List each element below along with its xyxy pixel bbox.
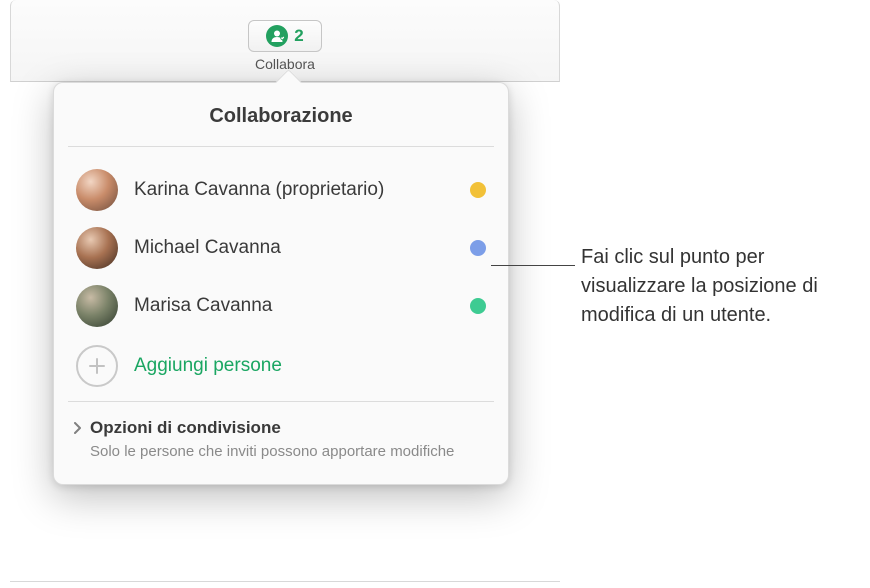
- bottom-border: [10, 581, 560, 582]
- avatar: [76, 285, 118, 327]
- collaborate-button[interactable]: 2: [248, 20, 322, 52]
- collaboration-popover: Collaborazione Karina Cavanna (proprieta…: [53, 82, 509, 485]
- share-options-title: Opzioni di condivisione: [90, 418, 486, 438]
- plus-icon: [76, 345, 118, 387]
- participant-name: Michael Cavanna: [134, 237, 454, 259]
- share-options-row[interactable]: Opzioni di condivisione Solo le persone …: [54, 402, 508, 484]
- add-people-row[interactable]: Aggiungi persone: [76, 335, 486, 397]
- collaborate-button-label: Collabora: [241, 56, 329, 72]
- participant-list: Karina Cavanna (proprietario) Michael Ca…: [54, 147, 508, 401]
- collaborator-count: 2: [294, 26, 303, 46]
- presence-dot[interactable]: [470, 298, 486, 314]
- avatar: [76, 227, 118, 269]
- chevron-right-icon: [72, 420, 84, 436]
- add-people-label: Aggiungi persone: [134, 355, 282, 377]
- participant-row[interactable]: Marisa Cavanna: [76, 277, 486, 335]
- share-options-subtitle: Solo le persone che inviti possono appor…: [90, 441, 486, 462]
- participant-row[interactable]: Michael Cavanna: [76, 219, 486, 277]
- participant-name: Karina Cavanna (proprietario): [134, 179, 454, 201]
- participant-row[interactable]: Karina Cavanna (proprietario): [76, 161, 486, 219]
- popover-title: Collaborazione: [54, 83, 508, 146]
- presence-dot[interactable]: [470, 182, 486, 198]
- presence-dot[interactable]: [470, 240, 486, 256]
- avatar: [76, 169, 118, 211]
- participant-name: Marisa Cavanna: [134, 295, 454, 317]
- collaborate-icon: [266, 25, 288, 47]
- callout-leader-line: [491, 265, 575, 266]
- callout-text: Fai clic sul punto per visualizzare la p…: [581, 243, 841, 330]
